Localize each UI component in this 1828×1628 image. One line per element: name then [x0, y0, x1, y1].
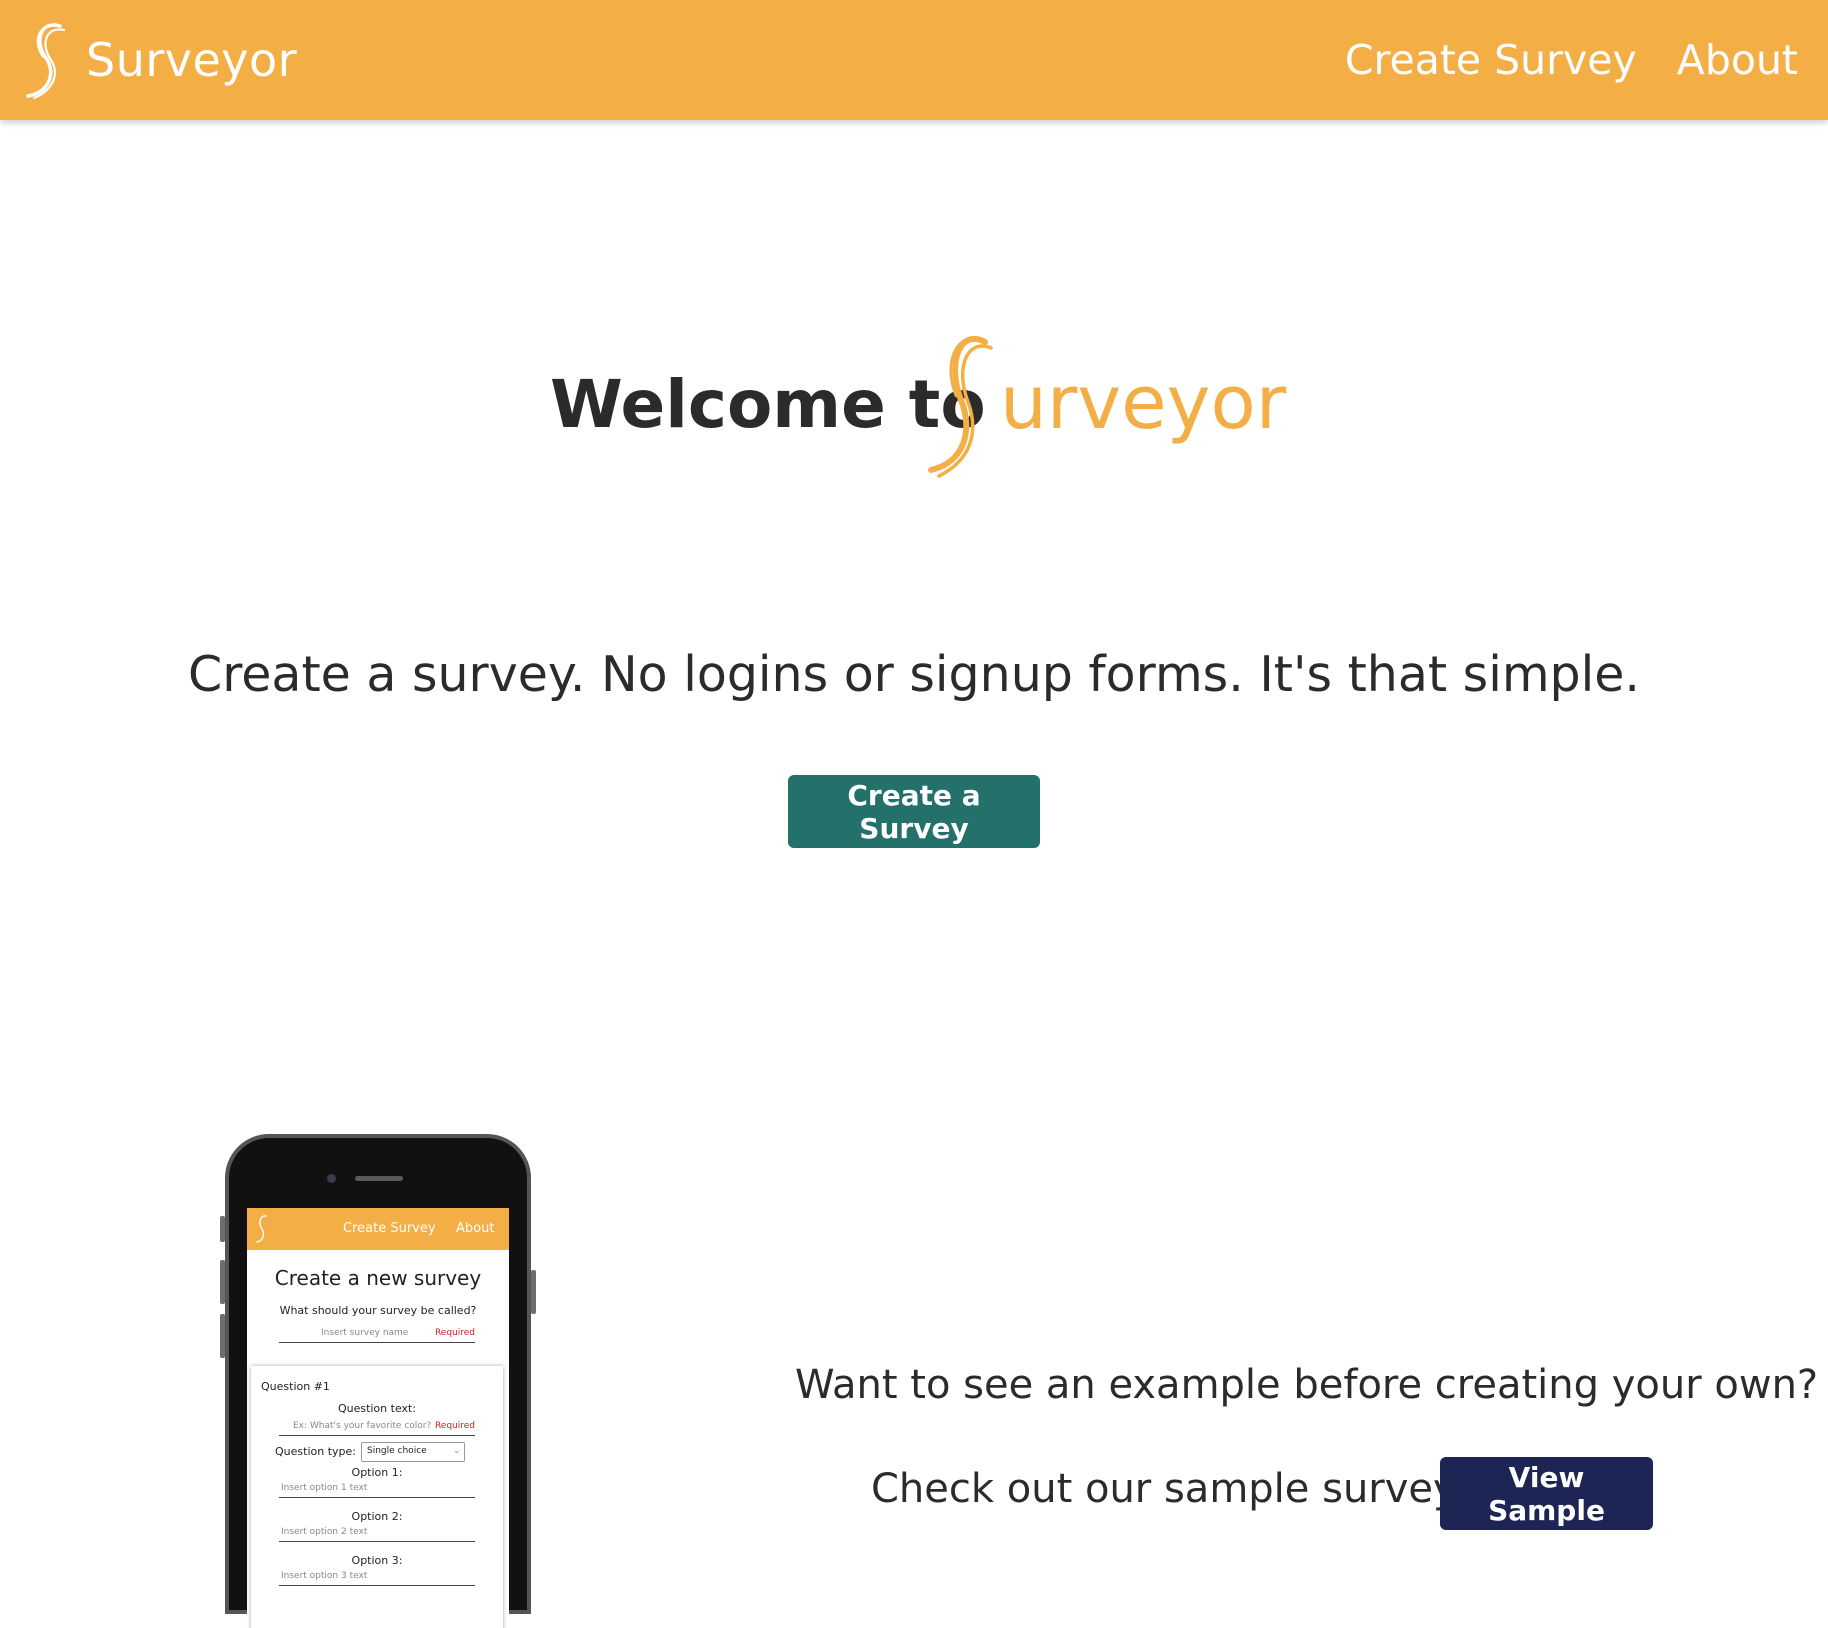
- preview-question-placeholder: Ex: What's your favorite color?: [293, 1421, 432, 1431]
- create-survey-button[interactable]: Create a Survey: [788, 775, 1040, 848]
- preview-option-label: Option 1:: [351, 1466, 403, 1479]
- nav-links: Create Survey About: [1345, 30, 1798, 90]
- preview-option-field: Insert option 2 text: [279, 1526, 475, 1542]
- brand-home-link[interactable]: Surveyor: [20, 20, 297, 100]
- nav-link-about[interactable]: About: [1677, 30, 1798, 90]
- preview-option-field: Insert option 1 text: [279, 1482, 475, 1498]
- preview-option-label: Option 2:: [351, 1510, 403, 1523]
- preview-option-placeholder: Insert option 1 text: [281, 1483, 368, 1493]
- view-sample-button[interactable]: View Sample: [1440, 1457, 1653, 1530]
- chevron-down-icon: ⌄: [453, 1446, 460, 1455]
- preview-navbar: Create Survey About: [247, 1208, 509, 1250]
- preview-name-placeholder: Insert survey name: [321, 1328, 409, 1338]
- phone-speaker: [355, 1176, 403, 1181]
- phone-side-button: [531, 1270, 536, 1314]
- phone-mockup: Create Survey About Create a new survey …: [220, 1134, 536, 1628]
- preview-question-number: Question #1: [261, 1380, 330, 1393]
- preview-question-type-label: Question type:: [275, 1445, 356, 1458]
- top-navbar: Surveyor Create Survey About: [0, 0, 1828, 120]
- preview-nav-about: About: [456, 1221, 495, 1236]
- preview-nav-create-survey: Create Survey: [343, 1221, 436, 1236]
- brand-name: Surveyor: [86, 33, 298, 87]
- preview-title: Create a new survey: [274, 1266, 482, 1290]
- tagline: Create a survey. No logins or signup for…: [187, 646, 1640, 703]
- s-swirl-logo-icon: [928, 336, 993, 478]
- sample-question: Want to see an example before creating y…: [795, 1362, 1819, 1408]
- preview-name-field: Insert survey name Required: [279, 1327, 475, 1343]
- s-swirl-logo-icon: [256, 1215, 267, 1243]
- preview-question-text-label: Question text:: [337, 1402, 417, 1415]
- preview-option-label: Option 3:: [351, 1554, 403, 1567]
- sample-check-out-text: Check out our sample survey:: [871, 1466, 1468, 1512]
- preview-option-placeholder: Insert option 3 text: [281, 1571, 368, 1581]
- phone-camera: [327, 1174, 336, 1183]
- preview-required-label: Required: [434, 1328, 475, 1338]
- welcome-text: Welcome to: [550, 366, 986, 443]
- preview-name-prompt: What should your survey be called?: [279, 1304, 477, 1317]
- hero-heading: Welcome to urveyor: [550, 330, 1310, 490]
- nav-link-create-survey[interactable]: Create Survey: [1345, 30, 1637, 90]
- phone-screen: Create Survey About Create a new survey …: [247, 1208, 509, 1628]
- preview-option-placeholder: Insert option 2 text: [281, 1527, 368, 1537]
- preview-question-field: Ex: What's your favorite color? Required: [279, 1420, 475, 1436]
- title-brand-text: urveyor: [1000, 360, 1287, 446]
- preview-question-type-value: Single choice: [367, 1446, 427, 1456]
- preview-required-label: Required: [434, 1421, 475, 1431]
- phone-side-button: [220, 1314, 225, 1358]
- preview-question-card: Question #1 Question text: Ex: What's yo…: [251, 1366, 503, 1628]
- phone-side-button: [220, 1260, 225, 1304]
- preview-option-field: Insert option 3 text: [279, 1570, 475, 1586]
- phone-side-button: [220, 1216, 225, 1242]
- s-swirl-logo-icon: [26, 23, 66, 100]
- preview-question-type-select: Single choice ⌄: [361, 1442, 465, 1462]
